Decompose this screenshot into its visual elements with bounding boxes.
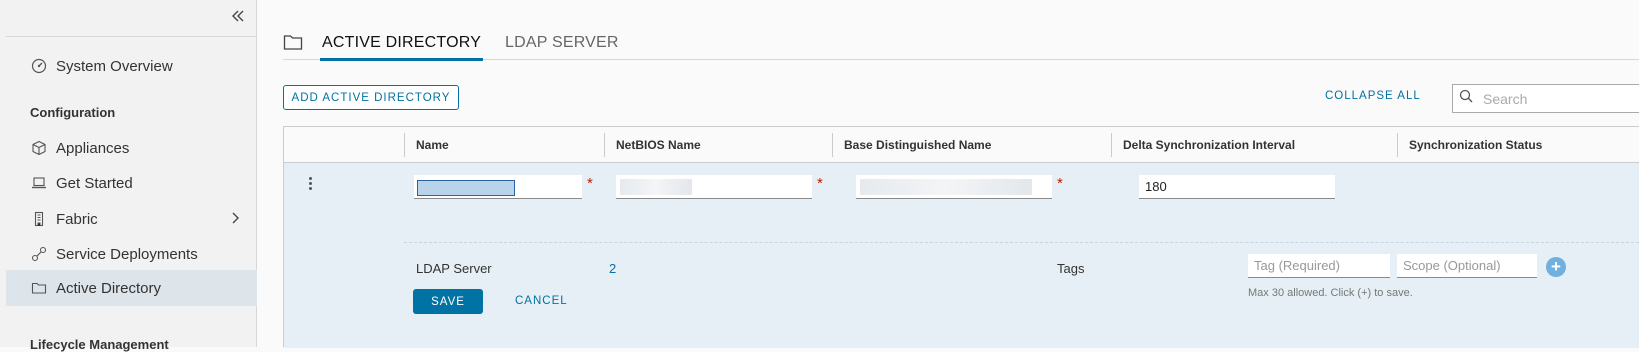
row-divider [404,242,1639,243]
sidebar-item-label: System Overview [56,57,173,75]
delta-sync-interval-field[interactable] [1139,175,1335,199]
required-asterisk: * [1057,175,1063,192]
netbios-field-redacted-value [620,179,692,195]
base-dn-field[interactable] [856,175,1052,199]
required-asterisk: * [817,175,823,192]
grid-edit-row: * * * LDAP Server 2 Tags + Max 30 allowe… [284,163,1639,348]
name-field[interactable] [414,175,582,199]
sidebar-item-active-directory[interactable]: Active Directory [6,270,257,306]
ldap-server-label: LDAP Server [416,261,492,276]
name-field-redacted-value [417,180,515,196]
tab-bar: ACTIVE DIRECTORY LDAP SERVER [283,28,1639,61]
sidebar-divider [6,36,256,37]
sidebar-section-lifecycle: Lifecycle Management [30,337,169,352]
column-header-delta-sync-interval[interactable]: Delta Synchronization Interval [1111,127,1295,163]
sidebar-item-label: Fabric [56,210,98,228]
folder-icon [30,279,48,297]
ldap-server-count-link[interactable]: 2 [609,261,616,276]
sidebar-item-system-overview[interactable]: System Overview [6,48,257,84]
folder-icon [283,33,303,56]
collapse-all-button[interactable]: COLLAPSE ALL [1325,90,1421,102]
sidebar: System Overview Configuration Appliances… [0,0,257,352]
add-tag-plus-icon[interactable]: + [1546,257,1566,277]
sidebar-item-label: Get Started [56,174,133,192]
laptop-icon [30,174,48,192]
cancel-button[interactable]: CANCEL [515,295,568,307]
search-box [1452,84,1639,113]
tab-active-directory[interactable]: ACTIVE DIRECTORY [320,34,484,61]
sidebar-item-label: Service Deployments [56,245,198,263]
sidebar-item-label: Active Directory [56,279,162,297]
sidebar-item-service-deployments[interactable]: Service Deployments [6,236,257,272]
netbios-name-field[interactable] [616,175,812,199]
double-chevron-left-icon[interactable] [230,8,248,28]
search-input[interactable] [1481,89,1631,108]
building-icon [30,210,48,228]
column-header-sync-status[interactable]: Synchronization Status [1397,127,1542,163]
sidebar-item-appliances[interactable]: Appliances [6,130,257,166]
base-dn-field-redacted-value [860,179,1032,195]
add-active-directory-button[interactable]: ADD ACTIVE DIRECTORY [283,85,459,110]
delta-sync-interval-input[interactable] [1139,175,1335,198]
scope-input[interactable] [1397,254,1537,277]
save-button[interactable]: SAVE [413,289,483,314]
sidebar-item-label: Appliances [56,139,130,157]
scope-field[interactable] [1397,254,1537,278]
column-header-name[interactable]: Name [404,127,449,163]
grid-header: Name NetBIOS Name Base Distinguished Nam… [284,127,1639,163]
column-header-base-dn[interactable]: Base Distinguished Name [832,127,991,163]
tags-hint-text: Max 30 allowed. Click (+) to save. [1248,287,1413,299]
search-icon [1459,89,1473,108]
required-asterisk: * [587,175,593,192]
network-link-icon [30,245,48,263]
active-directory-grid: Name NetBIOS Name Base Distinguished Nam… [283,126,1639,348]
sidebar-item-get-started[interactable]: Get Started [6,165,257,201]
tags-label: Tags [1057,261,1085,276]
cube-icon [30,139,48,157]
tag-input[interactable] [1248,254,1390,277]
sidebar-item-fabric[interactable]: Fabric [6,201,257,237]
kebab-menu-icon[interactable] [306,175,314,192]
tab-ldap-server[interactable]: LDAP SERVER [505,34,619,58]
sidebar-section-configuration: Configuration [30,105,116,120]
column-header-netbios-name[interactable]: NetBIOS Name [604,127,701,163]
dashboard-gauge-icon [30,57,48,75]
chevron-right-icon[interactable] [229,210,243,230]
tag-field[interactable] [1248,254,1390,278]
